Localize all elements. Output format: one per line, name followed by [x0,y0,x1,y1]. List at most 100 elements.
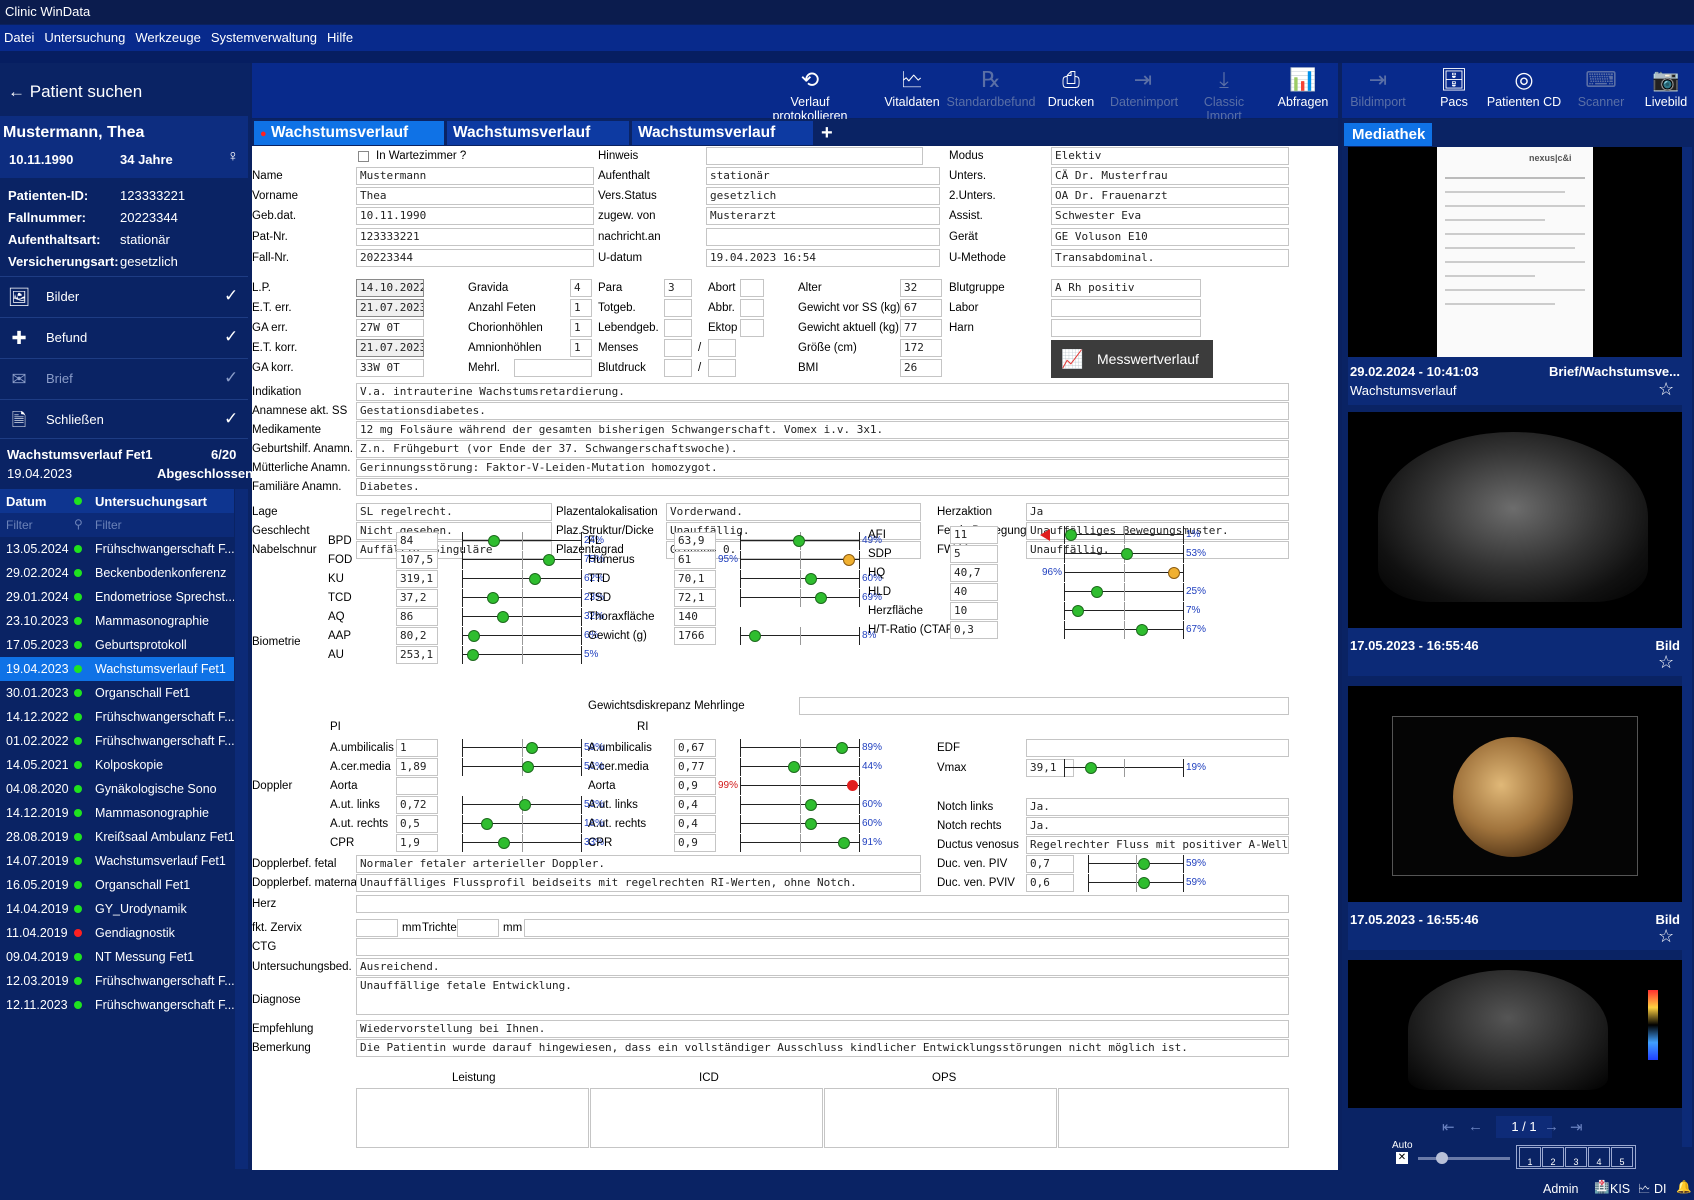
measure-field[interactable]: 140 [674,608,716,626]
empfehlung-field[interactable]: Wiedervorstellung bei Ihnen. [356,1020,1289,1038]
slider-knob[interactable] [498,837,510,849]
patient-search-button[interactable]: ← Patient suchen [0,72,248,112]
tab-wachstumsverlauf-fet2[interactable]: Wachstumsverlauf Fet2 [447,121,629,165]
eterr-field[interactable]: 21.07.2023 [356,299,424,317]
name-field[interactable]: Mustermann [356,167,594,185]
slider-knob[interactable] [543,554,555,566]
media-thumb-doppler[interactable] [1348,960,1682,1108]
percentile-slider[interactable] [740,834,860,852]
menses-field-2[interactable] [708,339,736,357]
percentile-slider[interactable] [1064,759,1184,777]
alter-field[interactable]: 32 [900,279,942,297]
measure-field[interactable]: 1766 [674,627,716,645]
exam-list-item[interactable]: 19.04.2023 Wachstumsverlauf Fet1 [0,657,234,681]
aufenthalt-select[interactable]: stationär [706,167,940,185]
para-field[interactable]: 3 [664,279,692,297]
slider-knob[interactable] [847,780,858,791]
auto-checkbox[interactable]: ✕ [1396,1152,1408,1164]
muetterliche-field[interactable]: Gerinnungsstörung: Faktor-V-Leiden-Mutat… [356,459,1289,477]
slider-knob[interactable] [1138,858,1150,870]
percentile-slider[interactable] [462,815,582,833]
percentile-slider[interactable] [462,570,582,588]
patnr-field[interactable]: 123333221 [356,228,594,246]
sidebar-item-schliessen[interactable]: 🗎 Schließen ✓ [0,399,248,439]
exam-list-item[interactable]: 14.12.2022 Frühschwangerschaft F... [0,705,234,729]
measure-field[interactable]: 0,3 [950,621,998,639]
percentile-slider[interactable] [740,551,860,569]
add-tab-button[interactable]: + [815,121,839,145]
media-thumb-document[interactable]: nexus|c&i [1348,147,1682,357]
notch-links-field[interactable]: Ja. [1026,798,1289,816]
tab-wachstumsverlauf-fet3[interactable]: Wachstumsverlauf Fet3 [632,121,813,165]
anamnese-field[interactable]: Gestationsdiabetes. [356,402,1289,420]
slider-knob[interactable] [1136,624,1148,636]
labor-field[interactable] [1051,299,1201,317]
slider-knob[interactable] [519,799,531,811]
menu-werkzeuge[interactable]: Werkzeuge [135,30,201,45]
geburtshilf-field[interactable]: Z.n. Frühgeburt (vor Ende der 37. Schwan… [356,440,1289,458]
classic-import-button[interactable]: ⤓ Classic Import [1185,63,1263,123]
slider-knob[interactable] [836,742,848,754]
percentile-slider[interactable] [1088,855,1184,873]
measure-field[interactable]: 0,9 [674,834,716,852]
gakorr-field[interactable]: 33W 0T [356,359,424,377]
slider-knob[interactable] [793,535,805,547]
status-di[interactable]: DI [1654,1182,1667,1196]
geraet-field[interactable]: GE Voluson E10 [1051,228,1289,246]
layout-slot-5[interactable]: 5 [1611,1147,1633,1167]
unters2-field[interactable]: OA Dr. Frauenarzt [1051,187,1289,205]
percentile-slider[interactable] [462,796,582,814]
measure-field[interactable]: 37,2 [396,589,438,607]
herz-field[interactable] [356,895,1289,913]
slider-knob[interactable] [788,761,800,773]
wartezimmer-checkbox[interactable] [358,151,369,162]
ops-list[interactable] [824,1088,1057,1148]
menu-hilfe[interactable]: Hilfe [327,30,353,45]
measure-field[interactable] [396,777,438,795]
measure-field[interactable]: 80,2 [396,627,438,645]
udatum-field[interactable]: 19.04.2023 16:54 [706,249,940,267]
percentile-slider[interactable] [462,834,582,852]
measure-field[interactable]: 253,1 [396,646,438,664]
blutdruck-sys-field[interactable] [664,359,692,377]
amnion-field[interactable]: 1 [570,339,592,357]
percentile-slider[interactable] [462,646,582,664]
exam-list-item[interactable]: 12.11.2023 Frühschwangerschaft F... [0,993,234,1017]
exam-list-scrollbar[interactable] [235,489,248,1169]
prev-page-icon[interactable]: ← [1468,1118,1483,1135]
measure-field[interactable]: 1 [396,739,438,757]
exam-list-item[interactable]: 30.01.2023 Organschall Fet1 [0,681,234,705]
exam-list-item[interactable]: 14.05.2021 Kolposkopie [0,753,234,777]
measure-field[interactable]: 1,89 [396,758,438,776]
slider-knob[interactable] [526,742,538,754]
measure-field[interactable]: 107,5 [396,551,438,569]
scanner-button[interactable]: ⌨ Scanner [1576,63,1626,118]
measure-field[interactable]: 40 [950,583,998,601]
exam-list-item[interactable]: 29.01.2024 Endometriose Sprechst... [0,585,234,609]
gewakt-field[interactable]: 77 [900,319,942,337]
exam-list-item[interactable]: 29.02.2024 Beckenbodenkonferenz [0,561,234,585]
modus-field[interactable]: Elektiv [1051,147,1289,165]
measure-field[interactable]: 10 [950,602,998,620]
dvpiv-field[interactable]: 0,7 [1026,855,1074,873]
drucken-button[interactable]: ⎙ Drucken [1044,63,1098,118]
gebdat-field[interactable]: 10.11.1990 [356,207,594,225]
percentile-slider[interactable] [740,570,860,588]
star-icon[interactable]: ☆ [1658,926,1674,947]
percentile-slider[interactable] [1088,874,1184,892]
slider-knob[interactable] [805,799,817,811]
slider-knob[interactable] [487,592,499,604]
measure-field[interactable]: 319,1 [396,570,438,588]
star-icon[interactable]: ☆ [1658,379,1674,400]
measure-field[interactable]: 70,1 [674,570,716,588]
measure-field[interactable]: 0,67 [674,739,716,757]
vitaldaten-button[interactable]: 🗠 Vitaldaten [881,63,943,118]
abort-field[interactable] [740,279,764,297]
percentile-slider[interactable] [1064,583,1184,601]
measure-field[interactable]: 1,9 [396,834,438,852]
exam-list-item[interactable]: 17.05.2023 Geburtsprotokoll [0,633,234,657]
dopplerfetal-field[interactable]: Normaler fetaler arterieller Doppler. [356,855,921,873]
zoom-slider-track[interactable] [1418,1157,1510,1160]
ektop-field[interactable] [740,319,764,337]
fallnr-field[interactable]: 20223344 [356,249,594,267]
